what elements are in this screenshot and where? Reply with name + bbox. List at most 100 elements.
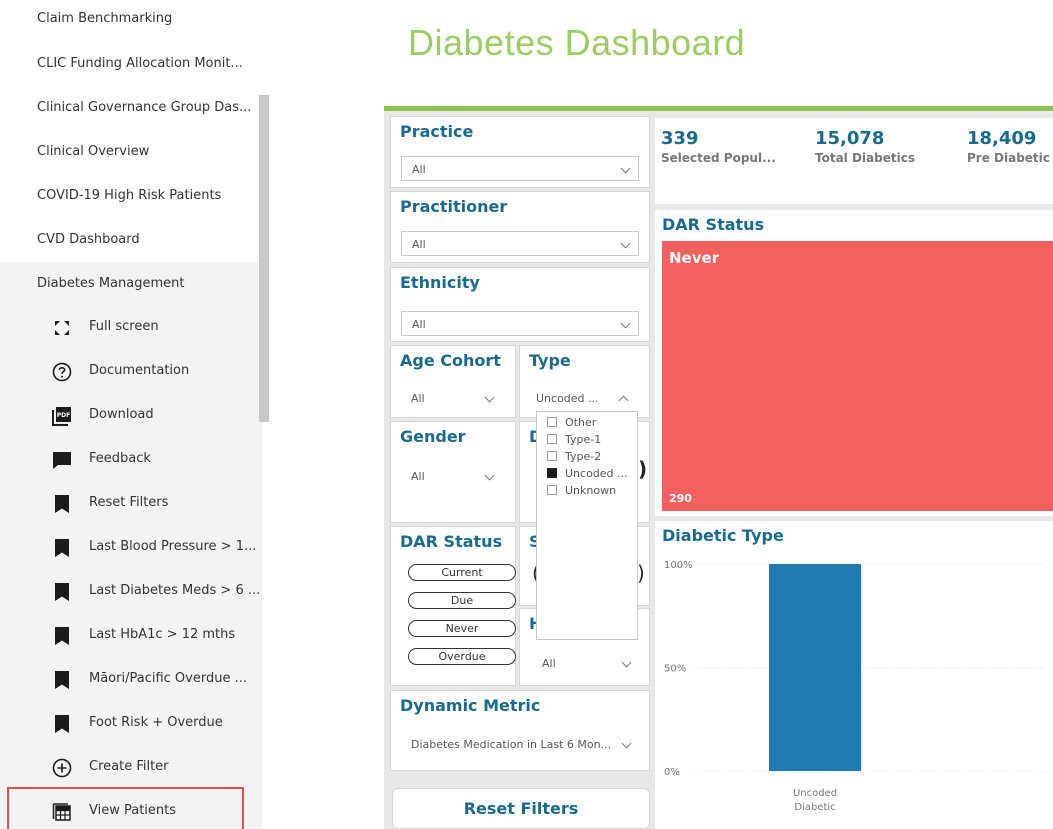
bookmark-label: Reset Filters [89,495,169,510]
kpi-selected-population: 339 Selected Popul... [661,128,776,165]
dar-pill-current[interactable]: Current [408,564,516,581]
bookmark-label: Last Diabetes Meds > 6 ... [89,583,261,598]
help-circle-icon [52,362,72,382]
plus-circle-icon [52,758,72,778]
ethnicity-dropdown-value: All [412,318,426,331]
dar-status-slicer-title: DAR Status [400,532,503,551]
nav-scrollbar[interactable] [259,95,269,422]
feedback-button[interactable]: Feedback [0,438,262,482]
kpi-total-diabetics: 15,078 Total Diabetics [815,128,915,165]
page-title: Diabetes Dashboard [408,22,746,63]
age-cohort-dropdown[interactable]: All [401,386,507,411]
x-tick-label: Diabetic [794,802,835,813]
gender-slicer-title: Gender [400,427,466,446]
chevron-down-icon [484,470,495,481]
nav-item-clinical-governance[interactable]: Clinical Governance Group Das... [37,100,251,115]
nav-item-cvd-dashboard[interactable]: CVD Dashboard [37,232,140,247]
kpi-label: Pre Diabetic [967,151,1050,165]
type-dropdown[interactable]: Uncoded ... [536,386,641,411]
dar-tile-never[interactable]: Never 290 [662,241,1053,511]
h-dropdown-value: All [542,657,556,670]
chevron-down-icon [621,657,632,668]
type-option-uncoded[interactable]: Uncoded ... [547,467,628,480]
bookmark-reset-filters[interactable]: Reset Filters [0,482,262,526]
bar-uncoded-diabetic[interactable] [769,564,861,771]
practitioner-dropdown[interactable]: All [401,231,639,256]
gender-dropdown-value: All [411,470,425,483]
bookmark-last-diabetes-meds[interactable]: Last Diabetes Meds > 6 ... [0,570,262,614]
age-cohort-slicer: Age Cohort All [390,345,516,418]
chevron-up-icon [618,395,629,406]
type-option-type-1[interactable]: Type-1 [547,433,601,446]
checkbox-checked-icon [547,468,557,478]
diabetic-type-chart: 100% 50% 0% Uncoded Diabetic [664,560,1045,813]
kpi-value: 15,078 [815,128,885,149]
kpi-pre-diabetic: 18,409 Pre Diabetic [967,128,1050,165]
type-slicer-title: Type [529,351,571,370]
dar-pill-never[interactable]: Never [408,620,516,637]
type-option-unknown[interactable]: Unknown [547,484,616,497]
bookmark-foot-risk-overdue[interactable]: Foot Risk + Overdue [0,702,262,746]
nav-item-clic-funding[interactable]: CLIC Funding Allocation Monit... [37,56,243,71]
h-dropdown[interactable]: All [532,651,640,676]
d-slicer-paren-right: ) [638,457,648,481]
dynamic-metric-dropdown-value: Diabetes Medication in Last 6 Mon... [411,738,612,751]
ethnicity-dropdown[interactable]: All [401,311,639,336]
kpi-label: Selected Popul... [661,151,776,165]
download-label: Download [89,407,154,422]
nav-item-diabetes-management[interactable]: Diabetes Management [37,276,184,291]
download-button[interactable]: PDF Download [0,394,262,438]
canvas-accent-line [384,106,1053,111]
dynamic-metric-slicer-title: Dynamic Metric [400,696,541,715]
type-option-type-2[interactable]: Type-2 [547,450,601,463]
create-filter-label: Create Filter [89,759,169,774]
kpi-panel: 339 Selected Popul... 15,078 Total Diabe… [655,118,1053,204]
x-tick-label: Uncoded [793,788,837,799]
create-filter-button[interactable]: Create Filter [0,746,262,790]
pdf-icon: PDF [52,407,71,426]
nav-item-claim-benchmarking[interactable]: Claim Benchmarking [37,11,172,26]
practice-dropdown[interactable]: All [401,156,639,181]
checkbox-icon [547,451,557,461]
type-dropdown-list: Other Type-1 Type-2 Uncoded ... Unknown [536,411,638,640]
feedback-label: Feedback [89,451,151,466]
bookmark-label: Last Blood Pressure > 1... [89,539,257,554]
bookmark-last-hba1c[interactable]: Last HbA1c > 12 mths [0,614,262,658]
dar-status-slicer: DAR Status Current Due Never Overdue [390,526,516,686]
dar-tile-count: 290 [669,492,692,505]
kpi-label: Total Diabetics [815,151,915,165]
documentation-label: Documentation [89,363,190,378]
chat-icon [53,452,71,469]
gender-dropdown[interactable]: All [401,464,507,489]
dar-tile-label: Never [669,249,720,267]
y-tick-label: 100% [664,560,693,571]
diabetic-type-visual: Diabetic Type 100% 50% 0% Uncoded Diabetic [655,521,1053,829]
view-patients-highlight [7,787,244,829]
nav-item-covid-high-risk[interactable]: COVID-19 High Risk Patients [37,188,221,203]
full-screen-button[interactable]: Full screen [0,306,262,350]
bookmark-last-blood-pressure[interactable]: Last Blood Pressure > 1... [0,526,262,570]
bookmark-label: Last HbA1c > 12 mths [89,627,236,642]
dynamic-metric-dropdown[interactable]: Diabetes Medication in Last 6 Mon... [401,732,639,757]
bookmark-icon [52,626,72,646]
practitioner-slicer-title: Practitioner [400,197,508,216]
chevron-down-icon [620,318,631,329]
svg-text:PDF: PDF [57,412,70,419]
chevron-down-icon [621,738,632,749]
kpi-value: 18,409 [967,128,1037,149]
documentation-button[interactable]: Documentation [0,350,262,394]
full-screen-icon [55,321,69,335]
y-tick-label: 0% [664,767,680,778]
type-option-other[interactable]: Other [547,416,596,429]
bookmark-maori-pacific-overdue[interactable]: Māori/Pacific Overdue ... [0,658,262,702]
age-cohort-slicer-title: Age Cohort [400,351,501,370]
ethnicity-slicer: Ethnicity All [390,267,650,342]
practice-slicer: Practice All [390,116,650,188]
bookmark-icon [52,494,72,514]
bookmark-icon [52,538,72,558]
practitioner-slicer: Practitioner All [390,191,650,263]
dar-pill-due[interactable]: Due [408,592,516,609]
nav-item-clinical-overview[interactable]: Clinical Overview [37,144,149,159]
dar-pill-overdue[interactable]: Overdue [408,648,516,665]
reset-filters-button[interactable]: Reset Filters [392,788,650,829]
